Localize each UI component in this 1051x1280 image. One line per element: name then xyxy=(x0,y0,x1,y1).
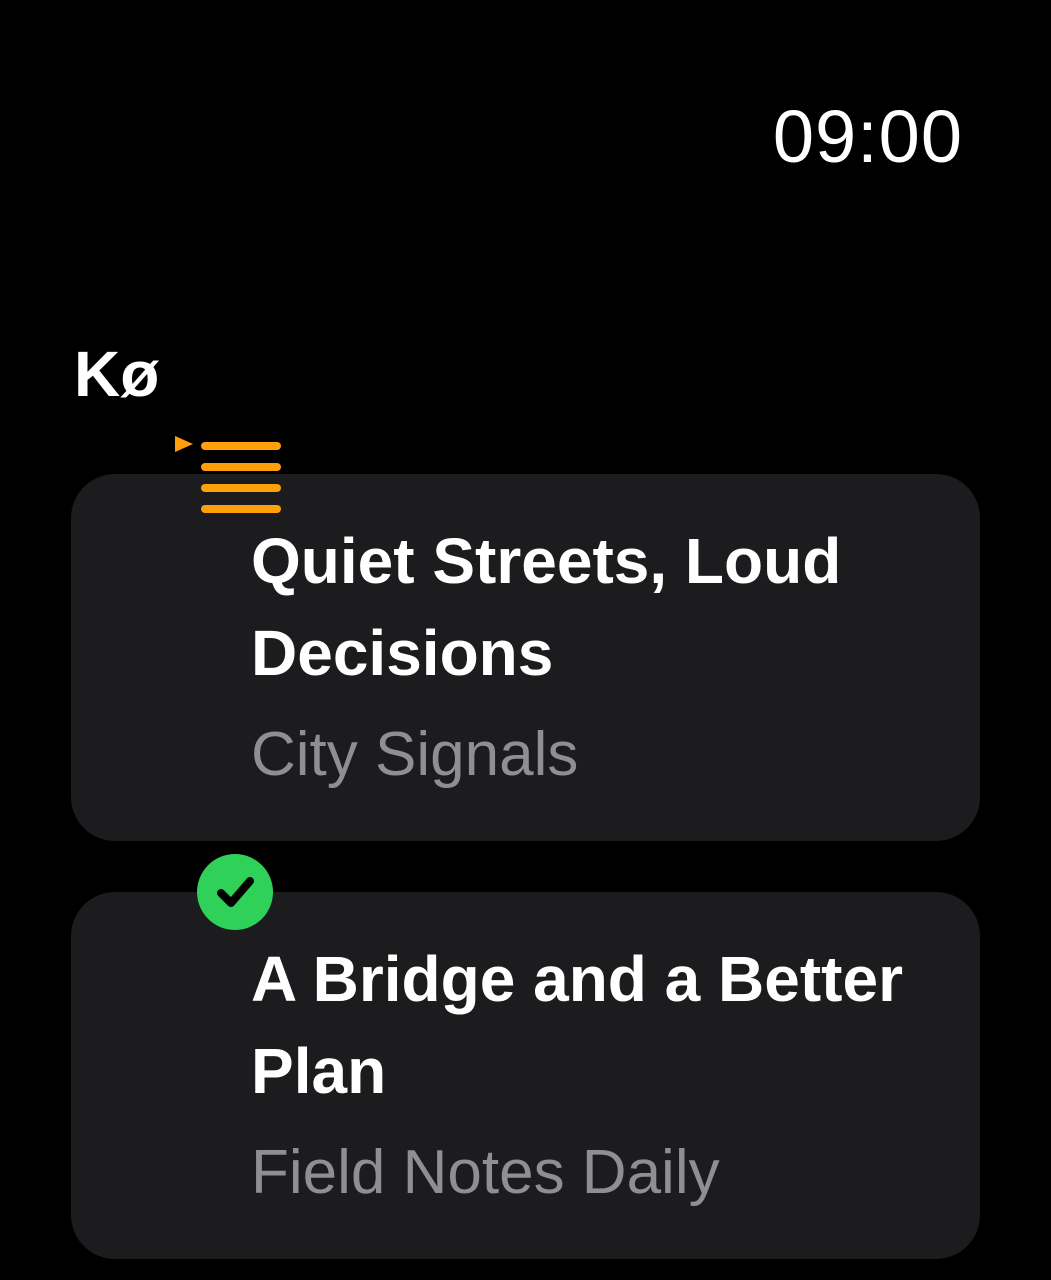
queue-item-text: A Bridge and a Better Plan Field Notes D… xyxy=(251,933,931,1219)
status-time: 09:00 xyxy=(772,95,963,178)
queue-item[interactable]: A Bridge and a Better Plan Field Notes D… xyxy=(71,854,980,1259)
show-name: Field Notes Daily xyxy=(251,1137,720,1207)
queue-item[interactable]: Quiet Streets, Loud Decisions City Signa… xyxy=(71,436,980,841)
now-playing-queue-icon xyxy=(175,436,281,513)
queue-item-text: Quiet Streets, Loud Decisions City Signa… xyxy=(251,515,931,801)
checkmark-circle-icon xyxy=(197,854,273,930)
page-title: Kø xyxy=(74,338,160,410)
show-name: City Signals xyxy=(251,719,579,789)
episode-title: A Bridge and a Better Plan xyxy=(251,942,903,1107)
episode-title: Quiet Streets, Loud Decisions xyxy=(251,524,842,689)
